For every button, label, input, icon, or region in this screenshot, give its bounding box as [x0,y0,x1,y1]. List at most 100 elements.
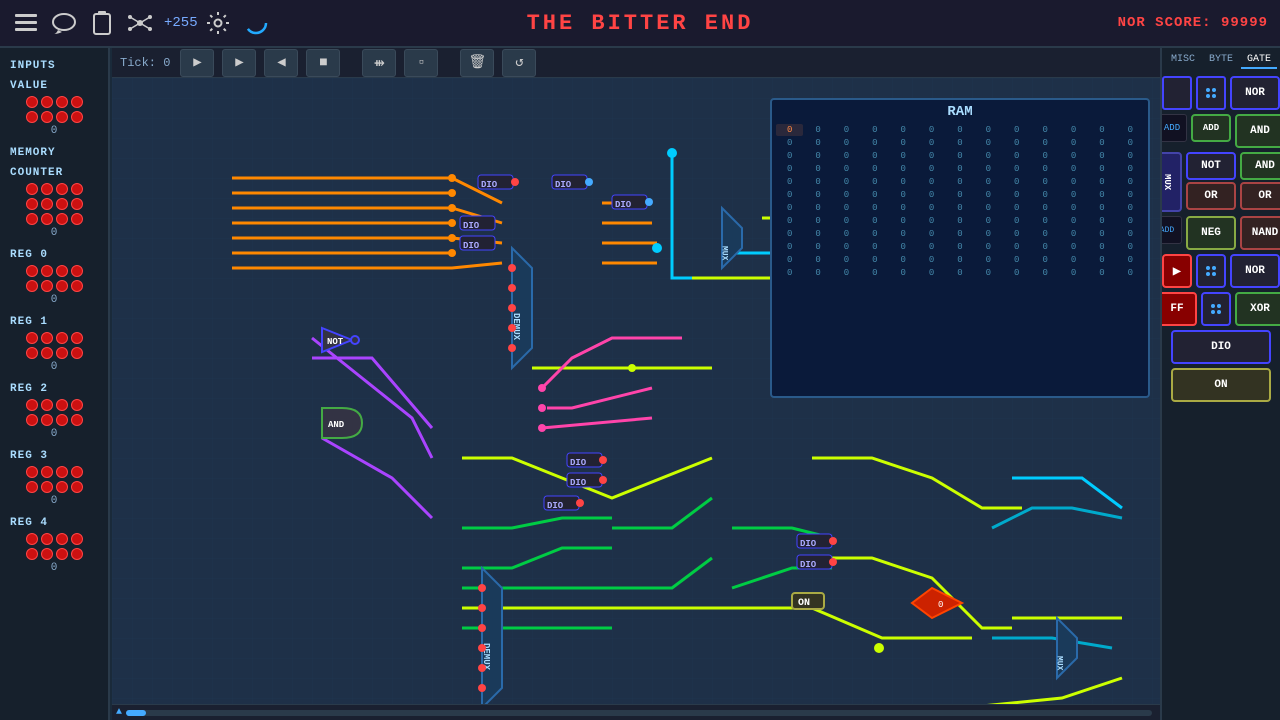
ram-cell: 0 [1060,267,1087,279]
ram-cell: 0 [861,150,888,162]
ram-cell: 0 [833,189,860,201]
ram-cell: 0 [776,189,803,201]
counter-label: COUNTER [4,167,63,179]
tab-misc[interactable]: MISC [1165,52,1201,69]
ram-cell: 0 [946,215,973,227]
ram-cell: 0 [1088,202,1115,214]
nand-gate-button[interactable]: NAND [1240,216,1280,250]
dots-button-3[interactable] [1201,292,1231,326]
step-forward-button[interactable]: ▶ [180,49,214,77]
ram-cell: 0 [861,163,888,175]
step-back-button[interactable]: ◀ [264,49,298,77]
undo-button[interactable]: ↺ [502,49,536,77]
nor-gate-button-2[interactable]: NOR [1230,254,1280,288]
nor-gate-button[interactable]: NOR [1230,76,1280,110]
ram-cell: 0 [1060,163,1087,175]
play-button[interactable]: ▶ [222,49,256,77]
reg2-label: REG 2 [4,383,48,395]
network-icon[interactable] [126,9,154,37]
ram-cell: 0 [1117,189,1144,201]
not-gate-button[interactable]: NOT [1186,152,1236,180]
ram-cell: 0 [890,202,917,214]
dots-button[interactable] [1196,76,1226,110]
reg1-label: REG 1 [4,316,48,328]
reg1-num: 0 [51,361,58,373]
svg-text:DIO: DIO [463,241,480,251]
reg0-label: REG 0 [4,249,48,261]
ram-cell: 0 [1003,267,1030,279]
ram-cell: 0 [918,202,945,214]
ram-cell: 0 [776,176,803,188]
gate-select-block[interactable] [1162,76,1192,110]
ram-cell: 0 [861,202,888,214]
ram-cell: 0 [1031,241,1058,253]
toolbar: Tick: 0 ▶ ▶ ◀ ■ ⇻ ▫ 🗑 ↺ [112,48,1160,78]
svg-text:DIO: DIO [547,501,564,511]
add-gate-button[interactable]: ADD [1191,114,1231,142]
ram-cell: 0 [1060,189,1087,201]
ram-cell: 0 [946,137,973,149]
reg2-leds [26,399,83,426]
gate-row-5: ▶ NOR [1162,254,1280,288]
xor-gate-button[interactable]: XOR [1235,292,1280,326]
menu-icon[interactable] [12,9,40,37]
circuit-canvas[interactable]: NOT AND DEMUX DEMUX [112,78,1160,720]
play-gate-button[interactable]: ▶ [1162,254,1192,288]
ram-cell: 0 [833,202,860,214]
scroll-bar[interactable]: ▲ [112,704,1160,720]
counter-num: 0 [51,227,58,239]
ram-cell: 0 [975,137,1002,149]
gear-icon[interactable] [204,9,232,37]
chat-icon[interactable] [50,9,78,37]
ff-gate-button[interactable]: FF [1160,292,1197,326]
tick-label: Tick: 0 [120,56,170,70]
ram-cell: 0 [804,228,831,240]
or-gate-button-1[interactable]: OR [1186,182,1236,210]
stop-button[interactable]: ■ [306,49,340,77]
ram-cell: 0 [918,189,945,201]
svg-text:0: 0 [938,600,943,610]
tab-gate[interactable]: GATE [1241,52,1277,69]
scroll-thumb[interactable] [126,710,146,716]
ram-cell: 0 [1088,176,1115,188]
delete-button[interactable]: 🗑 [460,49,494,77]
gate-row-3: MUX NOT OR AND OR [1160,152,1280,212]
ram-cell: 0 [1117,241,1144,253]
ram-cell: 0 [1060,137,1087,149]
dio-gate-button[interactable]: DIO [1171,330,1271,364]
or-gate-button-2[interactable]: OR [1240,182,1280,210]
ram-cell: 0 [946,254,973,266]
select-button[interactable]: ⇻ [362,49,396,77]
ram-cell: 0 [833,267,860,279]
ram-cell: 0 [861,228,888,240]
ram-cell: 0 [1060,150,1087,162]
add-small-2[interactable]: ADD [1160,216,1182,244]
ram-cell: 0 [1003,215,1030,227]
ram-cell: 0 [1117,254,1144,266]
mux-gate-button[interactable]: MUX [1160,152,1182,212]
ram-cell: 0 [946,176,973,188]
ram-cell: 0 [890,215,917,227]
ram-cell: 0 [1060,202,1087,214]
ram-cell: 0 [776,254,803,266]
ram-cell: 0 [918,267,945,279]
add-small-button[interactable]: ADD [1160,114,1187,142]
cursor-button[interactable]: ▫ [404,49,438,77]
on-gate-button[interactable]: ON [1171,368,1271,402]
scroll-track[interactable] [126,710,1152,716]
and-gate-button[interactable]: AND [1235,114,1280,148]
scroll-left-arrow[interactable]: ▲ [116,707,122,718]
reg4-leds [26,533,83,560]
reg1-leds [26,332,83,359]
ram-cell: 0 [861,137,888,149]
and-gate-button-2[interactable]: AND [1240,152,1280,180]
memory-label: MEMORY [4,147,56,159]
dots-button-2[interactable] [1196,254,1226,288]
value-leds [26,96,83,123]
clipboard-icon[interactable] [88,9,116,37]
svg-text:DIO: DIO [615,200,632,210]
ram-cell: 0 [1088,163,1115,175]
neg-gate-button[interactable]: NEG [1186,216,1236,250]
ram-cell: 0 [918,215,945,227]
tab-byte[interactable]: BYTE [1203,52,1239,69]
